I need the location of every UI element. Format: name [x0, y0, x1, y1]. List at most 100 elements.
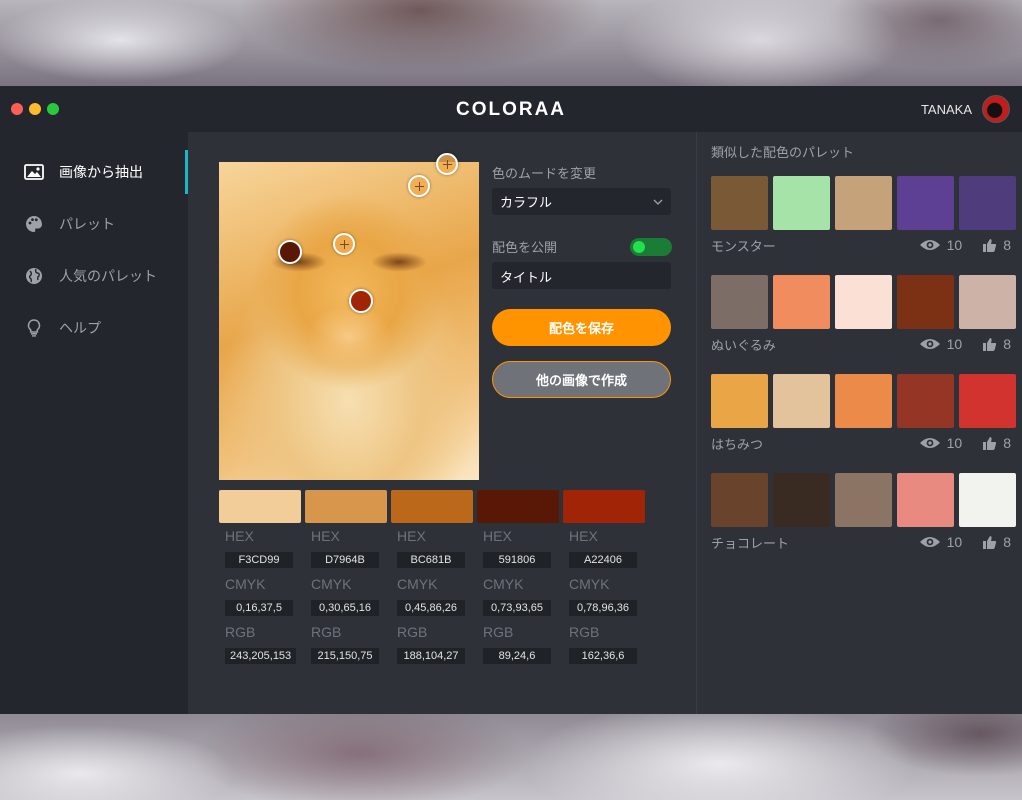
rgb-value[interactable]: 162,36,6 — [569, 648, 637, 664]
mood-select[interactable]: カラフル — [492, 188, 671, 215]
color-swatch[interactable] — [563, 490, 645, 523]
mood-label: 色のムードを変更 — [492, 167, 597, 182]
palette-name: モンスター — [711, 239, 776, 255]
palette-swatch — [959, 176, 1016, 230]
sidebar-item-label: 画像から抽出 — [59, 165, 143, 181]
likes-count[interactable]: 8 — [982, 336, 1011, 352]
color-swatch[interactable] — [219, 490, 301, 523]
hex-value[interactable]: D7964B — [311, 552, 379, 568]
eye-icon — [919, 238, 941, 252]
views-count: 10 — [919, 435, 962, 451]
sidebar-item-help[interactable]: ヘルプ — [0, 306, 188, 350]
publish-toggle[interactable] — [630, 238, 672, 256]
hex-value[interactable]: BC681B — [397, 552, 465, 568]
palette-swatch — [711, 275, 768, 329]
color-picker-handle[interactable] — [408, 175, 430, 197]
mood-select-value: カラフル — [500, 196, 553, 211]
palette-swatch — [897, 275, 954, 329]
palette-meta: モンスター 10 8 — [711, 234, 1017, 256]
sidebar-item-label: ヘルプ — [59, 321, 101, 337]
thumbs-up-icon — [982, 238, 997, 253]
thumbs-up-icon — [982, 337, 997, 352]
thumbs-up-icon — [982, 436, 997, 451]
cmyk-label: CMYK — [483, 576, 524, 592]
hex-label: HEX — [397, 528, 426, 544]
source-image[interactable] — [219, 153, 479, 480]
similar-palettes-title: 類似した配色のパレット — [711, 146, 855, 161]
color-value-column: HEX D7964B CMYK 0,30,65,16 RGB 215,150,7… — [311, 528, 397, 672]
rgb-label: RGB — [225, 624, 256, 640]
color-picker-handle-selected[interactable] — [278, 240, 302, 264]
sidebar-item-popular[interactable]: 人気のパレット — [0, 254, 188, 298]
palette-card[interactable]: モンスター 10 8 — [711, 176, 1017, 256]
palette-swatch — [711, 374, 768, 428]
cmyk-label: CMYK — [225, 576, 266, 592]
views-count: 10 — [919, 336, 962, 352]
palette-card[interactable]: ぬいぐるみ 10 8 — [711, 275, 1017, 355]
desktop-background-top — [0, 0, 1022, 86]
other-image-button[interactable]: 他の画像で作成 — [492, 361, 671, 398]
username: TANAKA — [920, 101, 972, 117]
cmyk-value[interactable]: 0,78,96,36 — [569, 600, 637, 616]
sidebar: 画像から抽出 パレット 人気のパレット ヘルプ — [0, 132, 188, 714]
save-palette-button[interactable]: 配色を保存 — [492, 309, 671, 346]
globe-icon — [24, 266, 44, 286]
palette-swatch — [773, 176, 830, 230]
hex-value[interactable]: 591806 — [483, 552, 551, 568]
views-value: 10 — [946, 534, 963, 550]
hex-value[interactable]: A22406 — [569, 552, 637, 568]
hex-value[interactable]: F3CD99 — [225, 552, 293, 568]
likes-count[interactable]: 8 — [982, 237, 1011, 253]
palette-swatch — [835, 473, 892, 527]
likes-count[interactable]: 8 — [982, 435, 1011, 451]
color-swatch[interactable] — [305, 490, 387, 523]
rgb-value[interactable]: 215,150,75 — [311, 648, 379, 664]
eye-icon — [919, 337, 941, 351]
color-picker-handle-selected[interactable] — [349, 289, 373, 313]
user-menu[interactable]: TANAKA — [921, 95, 1010, 123]
views-value: 10 — [946, 237, 963, 253]
cmyk-value[interactable]: 0,30,65,16 — [311, 600, 379, 616]
palette-swatch — [959, 374, 1016, 428]
title-input[interactable]: タイトル — [492, 262, 671, 289]
sidebar-item-palette[interactable]: パレット — [0, 202, 188, 246]
palette-swatch — [897, 473, 954, 527]
palette-colors — [711, 473, 1017, 527]
palette-swatch — [959, 473, 1016, 527]
color-picker-handle[interactable] — [436, 153, 458, 175]
sidebar-item-extract[interactable]: 画像から抽出 — [0, 150, 188, 194]
avatar[interactable] — [982, 95, 1010, 123]
likes-value: 8 — [1003, 336, 1011, 352]
color-swatch[interactable] — [477, 490, 559, 523]
rgb-value[interactable]: 89,24,6 — [483, 648, 551, 664]
extract-panel: 色のムードを変更 カラフル 配色を公開 タイトル 配色を保存 他の画像で作成 H… — [188, 132, 696, 714]
thumbs-up-icon — [982, 535, 997, 550]
chevron-down-icon — [653, 194, 663, 209]
palette-card[interactable]: はちみつ 10 8 — [711, 374, 1017, 454]
image-icon — [24, 162, 44, 182]
color-value-column: HEX 591806 CMYK 0,73,93,65 RGB 89,24,6 — [483, 528, 569, 672]
rgb-value[interactable]: 243,205,153 — [225, 648, 297, 664]
rgb-label: RGB — [311, 624, 342, 640]
palette-swatch — [959, 275, 1016, 329]
palette-swatch — [711, 176, 768, 230]
rgb-value[interactable]: 188,104,27 — [397, 648, 465, 664]
eye-icon — [919, 535, 941, 549]
rgb-label: RGB — [397, 624, 428, 640]
cmyk-value[interactable]: 0,45,86,26 — [397, 600, 465, 616]
views-count: 10 — [919, 534, 963, 550]
palette-card[interactable]: チョコレート 10 8 — [711, 473, 1017, 553]
color-value-column: HEX F3CD99 CMYK 0,16,37,5 RGB 243,205,15… — [225, 528, 311, 672]
cmyk-value[interactable]: 0,73,93,65 — [483, 600, 551, 616]
palette-swatch — [835, 374, 892, 428]
eye-icon — [919, 436, 941, 450]
color-picker-handle[interactable] — [333, 233, 355, 255]
color-values: HEX F3CD99 CMYK 0,16,37,5 RGB 243,205,15… — [225, 528, 655, 672]
similar-palettes-panel: 類似した配色のパレット モンスター 10 8 ぬいぐるみ 10 8 はちみつ 1… — [696, 132, 1022, 714]
color-swatch[interactable] — [391, 490, 473, 523]
palette-colors — [711, 374, 1017, 428]
likes-count[interactable]: 8 — [982, 534, 1011, 550]
palette-swatch — [773, 473, 830, 527]
desktop-background-bottom — [0, 714, 1022, 800]
cmyk-value[interactable]: 0,16,37,5 — [225, 600, 293, 616]
